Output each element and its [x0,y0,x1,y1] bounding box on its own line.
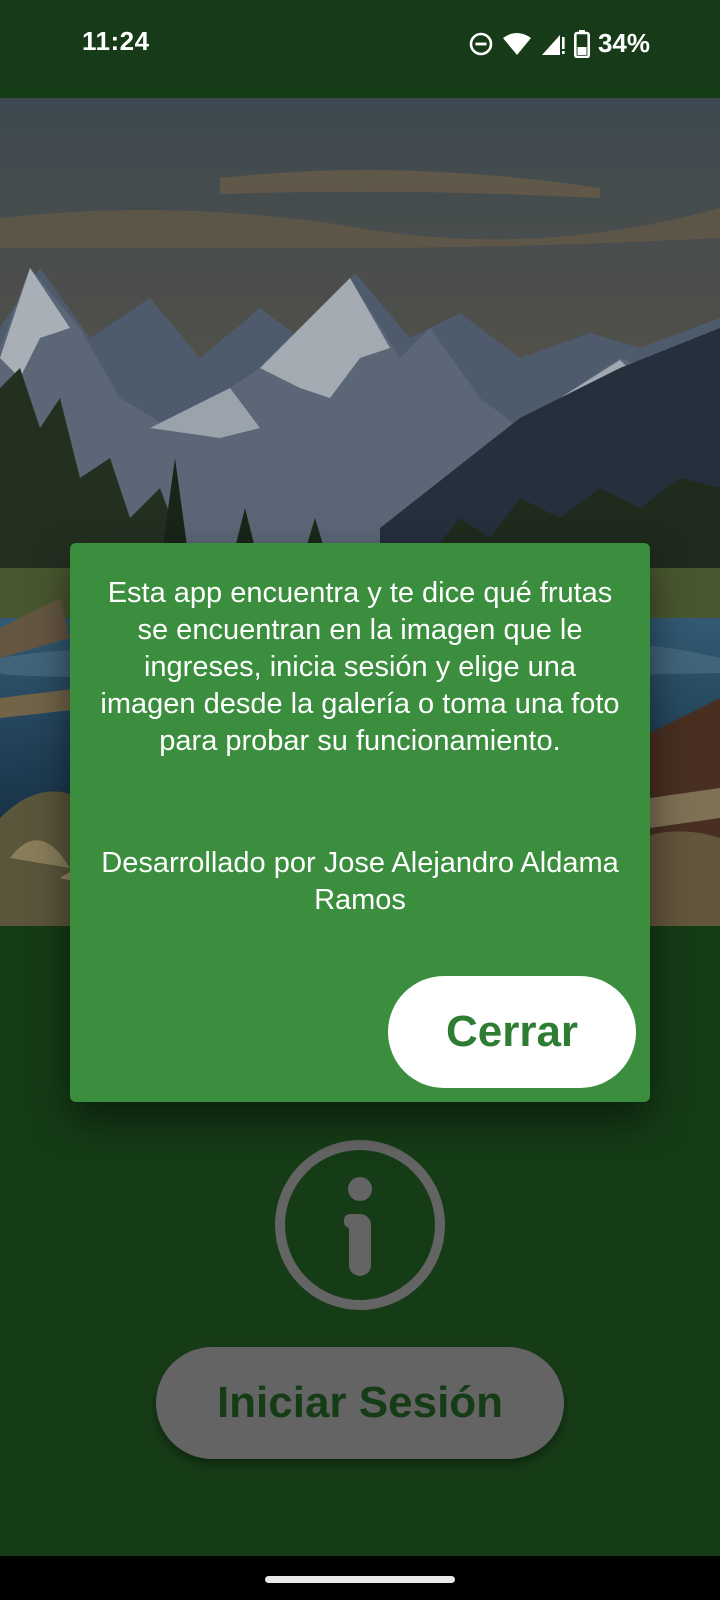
wifi-icon [502,31,532,57]
navigation-bar [0,1556,720,1600]
login-button[interactable]: Iniciar Sesión [156,1347,564,1459]
close-button[interactable]: Cerrar [388,976,636,1088]
battery-icon [573,29,590,58]
do-not-disturb-icon [468,31,494,57]
battery-percent: 34% [597,28,650,58]
status-divider [0,88,720,98]
cell-signal-icon [540,31,566,57]
home-gesture-handle[interactable] [265,1576,455,1583]
about-dialog: Esta app encuentra y te dice qué frutas … [70,543,650,1102]
status-icons: 34% [468,28,650,59]
status-bar: 11:24 34% [0,0,720,88]
dialog-message: Esta app encuentra y te dice qué frutas … [100,577,620,757]
dialog-credit: Desarrollado por Jose Alejandro Aldama R… [101,847,619,916]
status-time: 11:24 [82,26,150,56]
info-circle-icon[interactable] [272,1137,448,1313]
app-screen: 11:24 34% Iniciar Sesión Esta app encuen… [0,0,720,1600]
